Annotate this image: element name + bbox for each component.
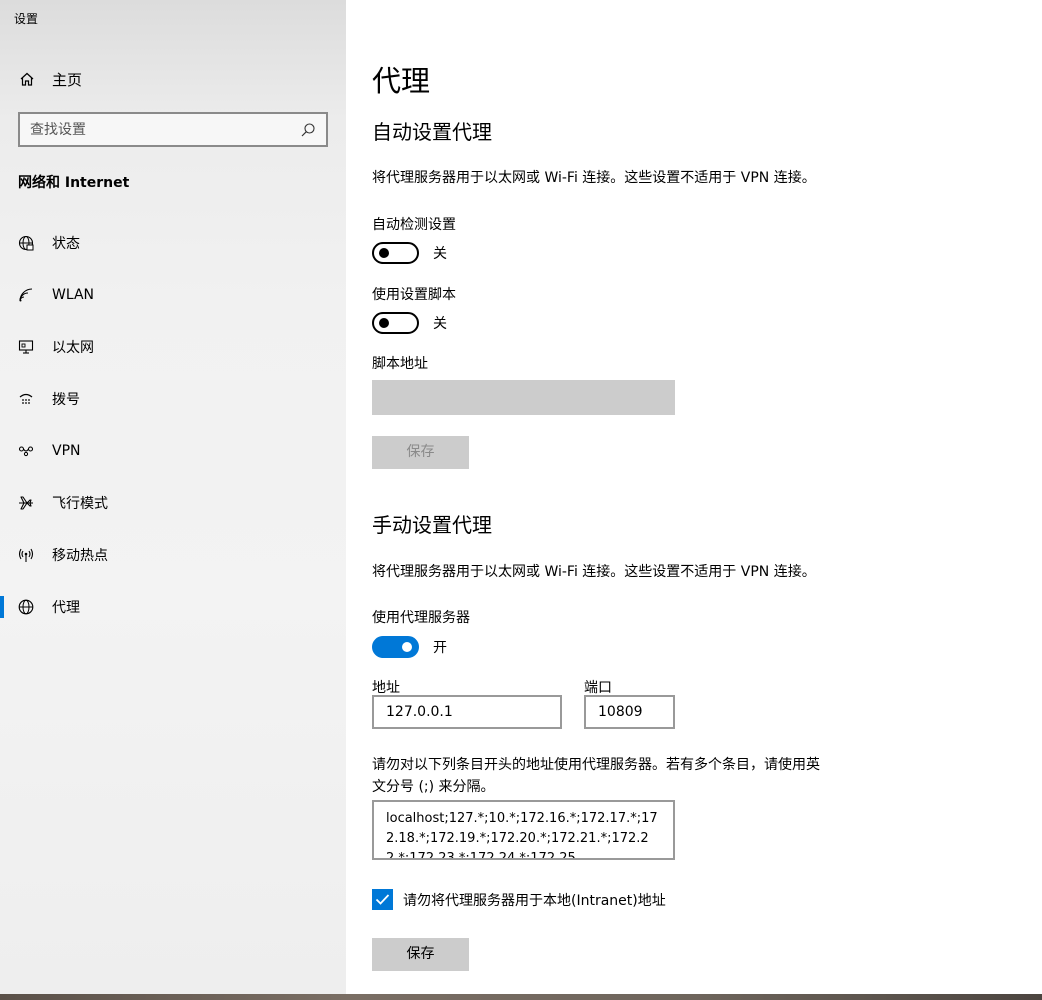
dialup-icon <box>18 391 34 407</box>
proxy-address-label: 地址 <box>372 680 400 696</box>
hotspot-icon <box>18 547 34 563</box>
exceptions-help: 请勿对以下列条目开头的地址使用代理服务器。若有多个条目，请使用英 文分号 (;)… <box>372 754 872 798</box>
use-proxy-label: 使用代理服务器 <box>372 610 470 626</box>
sidebar: 设置 主页 网络和 Internet 状态 WLAN <box>0 0 346 1000</box>
sidebar-item-proxy[interactable]: 代理 <box>0 581 346 633</box>
checkmark-icon <box>375 894 390 905</box>
use-proxy-toggle[interactable] <box>372 636 419 658</box>
auto-detect-toggle[interactable] <box>372 242 419 264</box>
search-icon[interactable] <box>300 122 316 138</box>
proxy-port-label: 端口 <box>584 680 612 696</box>
manual-proxy-heading: 手动设置代理 <box>372 513 492 537</box>
auto-proxy-heading: 自动设置代理 <box>372 120 492 144</box>
sidebar-item-airplane[interactable]: 飞行模式 <box>0 477 346 529</box>
use-proxy-state: 开 <box>433 640 447 656</box>
use-script-label: 使用设置脚本 <box>372 287 456 303</box>
sidebar-item-ethernet[interactable]: 以太网 <box>0 321 346 373</box>
proxy-address-input[interactable] <box>372 695 562 729</box>
main-content: 代理 自动设置代理 将代理服务器用于以太网或 Wi-Fi 连接。这些设置不适用于… <box>372 0 1032 1000</box>
search-box[interactable] <box>18 112 328 147</box>
sidebar-item-vpn[interactable]: VPN <box>0 425 346 477</box>
airplane-icon <box>18 495 34 511</box>
exceptions-help-line1: 请勿对以下列条目开头的地址使用代理服务器。若有多个条目，请使用英 <box>372 757 820 773</box>
sidebar-item-hotspot[interactable]: 移动热点 <box>0 529 346 581</box>
sidebar-item-label: 以太网 <box>52 340 94 356</box>
sidebar-item-label: 移动热点 <box>52 548 108 564</box>
use-proxy-row: 开 <box>372 636 447 658</box>
exceptions-textarea[interactable]: localhost;127.*;10.*;172.16.*;172.17.*;1… <box>372 800 675 860</box>
sidebar-item-status[interactable]: 状态 <box>0 217 346 269</box>
sidebar-item-label: WLAN <box>52 287 95 303</box>
search-input[interactable] <box>30 121 300 138</box>
use-script-row: 关 <box>372 312 447 334</box>
bypass-local-label: 请勿将代理服务器用于本地(Intranet)地址 <box>403 892 666 909</box>
globe-icon <box>18 599 34 615</box>
sidebar-item-wlan[interactable]: WLAN <box>0 269 346 321</box>
use-script-state: 关 <box>433 316 447 332</box>
sidebar-item-label: 状态 <box>52 236 80 252</box>
sidebar-item-dialup[interactable]: 拨号 <box>0 373 346 425</box>
sidebar-item-label: 拨号 <box>52 392 80 408</box>
bypass-local-checkbox[interactable] <box>372 889 393 910</box>
use-script-toggle[interactable] <box>372 312 419 334</box>
ethernet-icon <box>18 339 34 355</box>
auto-detect-row: 关 <box>372 242 447 264</box>
wifi-icon <box>18 287 34 303</box>
proxy-port-input[interactable] <box>584 695 675 729</box>
home-label: 主页 <box>52 70 83 89</box>
bypass-local-row[interactable]: 请勿将代理服务器用于本地(Intranet)地址 <box>372 889 666 910</box>
home-icon <box>18 70 36 88</box>
auto-detect-state: 关 <box>433 246 447 262</box>
manual-save-button[interactable]: 保存 <box>372 938 469 971</box>
section-title: 网络和 Internet <box>18 175 130 191</box>
taskbar-strip <box>0 994 1042 1000</box>
sidebar-item-label: 代理 <box>52 600 80 616</box>
auto-proxy-description: 将代理服务器用于以太网或 Wi-Fi 连接。这些设置不适用于 VPN 连接。 <box>372 170 816 186</box>
sidebar-item-label: 飞行模式 <box>52 496 108 512</box>
vpn-icon <box>18 443 34 459</box>
sidebar-nav: 状态 WLAN 以太网 拨号 VPN 飞行模式 移动热点 代理 <box>0 217 346 633</box>
script-address-label: 脚本地址 <box>372 356 428 372</box>
home-nav-item[interactable]: 主页 <box>18 66 82 92</box>
script-address-field[interactable] <box>372 380 675 415</box>
page-title: 代理 <box>372 64 431 98</box>
auto-save-button[interactable]: 保存 <box>372 436 469 469</box>
sidebar-item-label: VPN <box>52 443 81 459</box>
window-title: 设置 <box>14 12 39 26</box>
manual-proxy-description: 将代理服务器用于以太网或 Wi-Fi 连接。这些设置不适用于 VPN 连接。 <box>372 564 816 580</box>
auto-detect-label: 自动检测设置 <box>372 217 456 233</box>
globe-status-icon <box>18 235 34 251</box>
exceptions-help-line2: 文分号 (;) 来分隔。 <box>372 779 495 795</box>
